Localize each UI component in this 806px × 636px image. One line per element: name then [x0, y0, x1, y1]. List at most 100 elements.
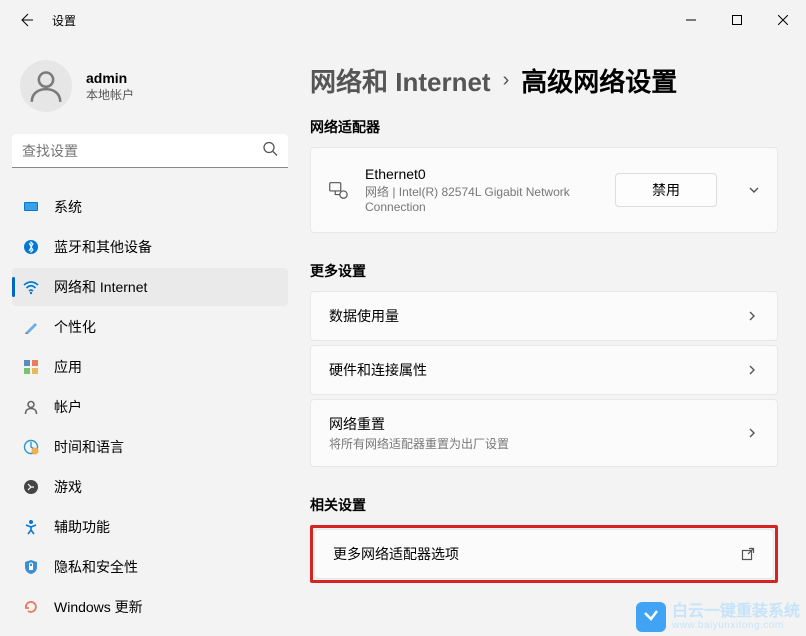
person-icon	[27, 67, 65, 105]
titlebar: 设置	[0, 0, 806, 40]
profile-name: admin	[86, 70, 134, 86]
minimize-button[interactable]	[668, 0, 714, 40]
bluetooth-icon	[22, 238, 40, 256]
section-related: 相关设置 更多网络适配器选项	[310, 495, 778, 583]
brush-icon	[22, 318, 40, 336]
chevron-right-icon	[745, 426, 759, 440]
breadcrumb-separator: ›	[503, 69, 510, 92]
row-sub: 将所有网络适配器重置为出厂设置	[329, 435, 715, 452]
arrow-left-icon	[18, 12, 34, 28]
search-input[interactable]	[12, 134, 288, 168]
watermark-sub: www.baiyunxitong.com	[672, 620, 800, 631]
row-text: 数据使用量	[329, 306, 715, 326]
search-box	[12, 134, 288, 168]
avatar	[20, 60, 72, 112]
sidebar-item-label: 网络和 Internet	[54, 277, 147, 297]
adapter-card: Ethernet0 网络 | Intel(R) 82574L Gigabit N…	[310, 147, 778, 233]
sidebar-item-personalization[interactable]: 个性化	[12, 308, 288, 346]
adapter-desc: 网络 | Intel(R) 82574L Gigabit Network Con…	[365, 183, 599, 214]
sidebar-item-label: 蓝牙和其他设备	[54, 237, 152, 257]
row-title: 网络重置	[329, 414, 715, 434]
profile-text: admin 本地帐户	[86, 70, 134, 103]
sidebar-item-apps[interactable]: 应用	[12, 348, 288, 386]
section-more: 更多设置 数据使用量 硬件和连接属性	[310, 261, 778, 467]
window-controls	[668, 0, 806, 40]
hw-props-card: 硬件和连接属性	[310, 345, 778, 395]
sidebar-item-windows-update[interactable]: Windows 更新	[12, 588, 288, 626]
profile-block[interactable]: admin 本地帐户	[12, 52, 288, 134]
more-adapters-row[interactable]: 更多网络适配器选项	[315, 530, 773, 578]
adapter-row-ethernet[interactable]: Ethernet0 网络 | Intel(R) 82574L Gigabit N…	[311, 148, 777, 232]
chevron-right-icon	[745, 363, 759, 377]
watermark-text: 白云一键重装系统 www.baiyunxitong.com	[672, 604, 800, 631]
row-text: 更多网络适配器选项	[333, 544, 725, 564]
sidebar-item-label: 应用	[54, 357, 82, 377]
sidebar-item-network[interactable]: 网络和 Internet	[12, 268, 288, 306]
data-usage-card: 数据使用量	[310, 291, 778, 341]
net-reset-card: 网络重置 将所有网络适配器重置为出厂设置	[310, 399, 778, 467]
close-button[interactable]	[760, 0, 806, 40]
ethernet-icon	[327, 178, 349, 202]
clock-globe-icon	[22, 438, 40, 456]
data-usage-row[interactable]: 数据使用量	[311, 292, 777, 340]
adapter-text: Ethernet0 网络 | Intel(R) 82574L Gigabit N…	[365, 166, 599, 214]
content: admin 本地帐户 系统	[0, 40, 806, 636]
back-button[interactable]	[14, 8, 38, 32]
sidebar-item-gaming[interactable]: 游戏	[12, 468, 288, 506]
search-icon[interactable]	[262, 141, 278, 162]
highlight-box: 更多网络适配器选项	[310, 525, 778, 583]
row-title: 硬件和连接属性	[329, 360, 715, 380]
apps-icon	[22, 358, 40, 376]
settings-window: 设置 admin 本地帐户	[0, 0, 806, 636]
sidebar-item-label: 时间和语言	[54, 437, 124, 457]
sidebar-item-label: Windows 更新	[54, 597, 143, 617]
window-title: 设置	[52, 12, 76, 29]
maximize-button[interactable]	[714, 0, 760, 40]
sidebar-item-system[interactable]: 系统	[12, 188, 288, 226]
disable-button[interactable]: 禁用	[615, 173, 717, 207]
sidebar-item-accessibility[interactable]: 辅助功能	[12, 508, 288, 546]
account-icon	[22, 398, 40, 416]
external-link-icon	[741, 547, 755, 561]
accessibility-icon	[22, 518, 40, 536]
sidebar-item-privacy[interactable]: 隐私和安全性	[12, 548, 288, 586]
shield-icon	[22, 558, 40, 576]
sidebar-items: 系统 蓝牙和其他设备 网络和 Internet	[12, 188, 288, 626]
sidebar-item-bluetooth[interactable]: 蓝牙和其他设备	[12, 228, 288, 266]
watermark-logo-icon	[636, 602, 666, 632]
sidebar-item-label: 个性化	[54, 317, 96, 337]
chevron-down-icon[interactable]	[747, 183, 761, 197]
breadcrumb-parent[interactable]: 网络和 Internet	[310, 62, 491, 99]
wifi-icon	[22, 278, 40, 296]
sidebar: admin 本地帐户 系统	[0, 40, 300, 636]
row-title: 数据使用量	[329, 306, 715, 326]
main-content: 网络和 Internet › 高级网络设置 网络适配器 Ethernet0 网络…	[300, 40, 806, 636]
section-more-title: 更多设置	[310, 261, 778, 281]
system-icon	[22, 198, 40, 216]
sidebar-item-time-language[interactable]: 时间和语言	[12, 428, 288, 466]
update-icon	[22, 598, 40, 616]
row-text: 硬件和连接属性	[329, 360, 715, 380]
adapter-name: Ethernet0	[365, 166, 599, 182]
breadcrumb: 网络和 Internet › 高级网络设置	[310, 62, 778, 99]
sidebar-item-label: 隐私和安全性	[54, 557, 138, 577]
watermark: 白云一键重装系统 www.baiyunxitong.com	[636, 602, 800, 632]
hw-props-row[interactable]: 硬件和连接属性	[311, 346, 777, 394]
close-icon	[778, 15, 788, 25]
row-text: 网络重置 将所有网络适配器重置为出厂设置	[329, 414, 715, 452]
watermark-main: 白云一键重装系统	[672, 604, 800, 620]
net-reset-row[interactable]: 网络重置 将所有网络适配器重置为出厂设置	[311, 400, 777, 466]
sidebar-item-label: 系统	[54, 197, 82, 217]
row-title: 更多网络适配器选项	[333, 544, 725, 564]
minimize-icon	[686, 15, 696, 25]
sidebar-item-label: 帐户	[54, 397, 82, 417]
gaming-icon	[22, 478, 40, 496]
sidebar-item-label: 游戏	[54, 477, 82, 497]
chevron-right-icon	[745, 309, 759, 323]
maximize-icon	[732, 15, 742, 25]
sidebar-item-label: 辅助功能	[54, 517, 110, 537]
more-adapters-card: 更多网络适配器选项	[314, 529, 774, 579]
sidebar-item-accounts[interactable]: 帐户	[12, 388, 288, 426]
page-title: 高级网络设置	[521, 62, 677, 99]
section-adapters-title: 网络适配器	[310, 117, 778, 137]
